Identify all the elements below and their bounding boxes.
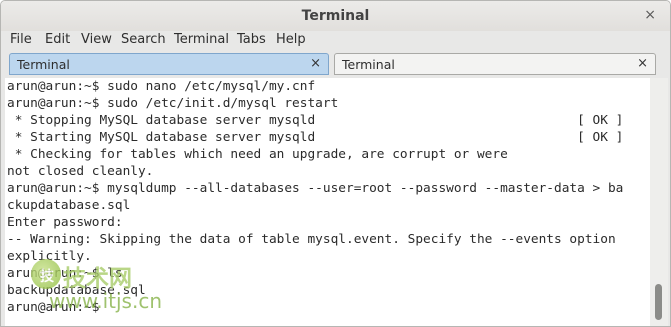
menu-search[interactable]: Search — [121, 32, 166, 47]
terminal-line: ckupdatabase.sql — [7, 198, 131, 213]
menu-help[interactable]: Help — [276, 32, 306, 47]
terminal-line: * Checking for tables which need an upgr… — [7, 147, 508, 162]
tab-label: Terminal — [17, 57, 70, 72]
menu-bar: File Edit View Search Terminal Tabs Help — [1, 31, 670, 50]
vertical-scrollbar[interactable] — [650, 78, 668, 326]
terminal-prompt-line: arun@arun:~$ — [7, 300, 108, 315]
tab-close-icon[interactable]: × — [637, 56, 648, 71]
terminal-text: arun@arun:~$ sudo nano /etc/mysql/my.cnf… — [5, 78, 650, 316]
menu-edit[interactable]: Edit — [45, 32, 70, 47]
terminal-output[interactable]: arun@arun:~$ sudo nano /etc/mysql/my.cnf… — [5, 78, 650, 326]
terminal-line: arun@arun:~$ ls — [7, 266, 123, 281]
scrollbar-thumb[interactable] — [655, 284, 662, 320]
tab-terminal-1[interactable]: Terminal × — [9, 53, 329, 75]
window-title: Terminal — [301, 8, 370, 24]
terminal-line: * Starting MySQL database server mysqld … — [7, 130, 624, 145]
terminal-line: arun@arun:~$ mysqldump --all-databases -… — [7, 181, 624, 196]
title-bar[interactable]: Terminal × — [1, 1, 670, 31]
menu-tabs[interactable]: Tabs — [237, 32, 266, 47]
menu-terminal[interactable]: Terminal — [174, 32, 229, 47]
terminal-line: -- Warning: Skipping the data of table m… — [7, 232, 616, 247]
tab-terminal-2[interactable]: Terminal × — [334, 53, 656, 75]
terminal-window: Terminal × File Edit View Search Termina… — [0, 0, 671, 327]
terminal-line: arun@arun:~$ sudo /etc/init.d/mysql rest… — [7, 96, 339, 111]
terminal-line: * Stopping MySQL database server mysqld … — [7, 113, 624, 128]
terminal-line: not closed cleanly. — [7, 164, 154, 179]
tab-close-icon[interactable]: × — [310, 56, 321, 71]
tab-bar: Terminal × Terminal × — [1, 52, 670, 77]
window-close-icon[interactable]: × — [644, 7, 656, 23]
menu-view[interactable]: View — [81, 32, 112, 47]
terminal-line: explicitly. — [7, 249, 92, 264]
terminal-line: arun@arun:~$ sudo nano /etc/mysql/my.cnf — [7, 79, 316, 94]
terminal-line: backupdatabase.sql — [7, 283, 146, 298]
menu-file[interactable]: File — [10, 32, 32, 47]
tab-label: Terminal — [342, 57, 395, 72]
terminal-line: Enter password: — [7, 215, 123, 230]
